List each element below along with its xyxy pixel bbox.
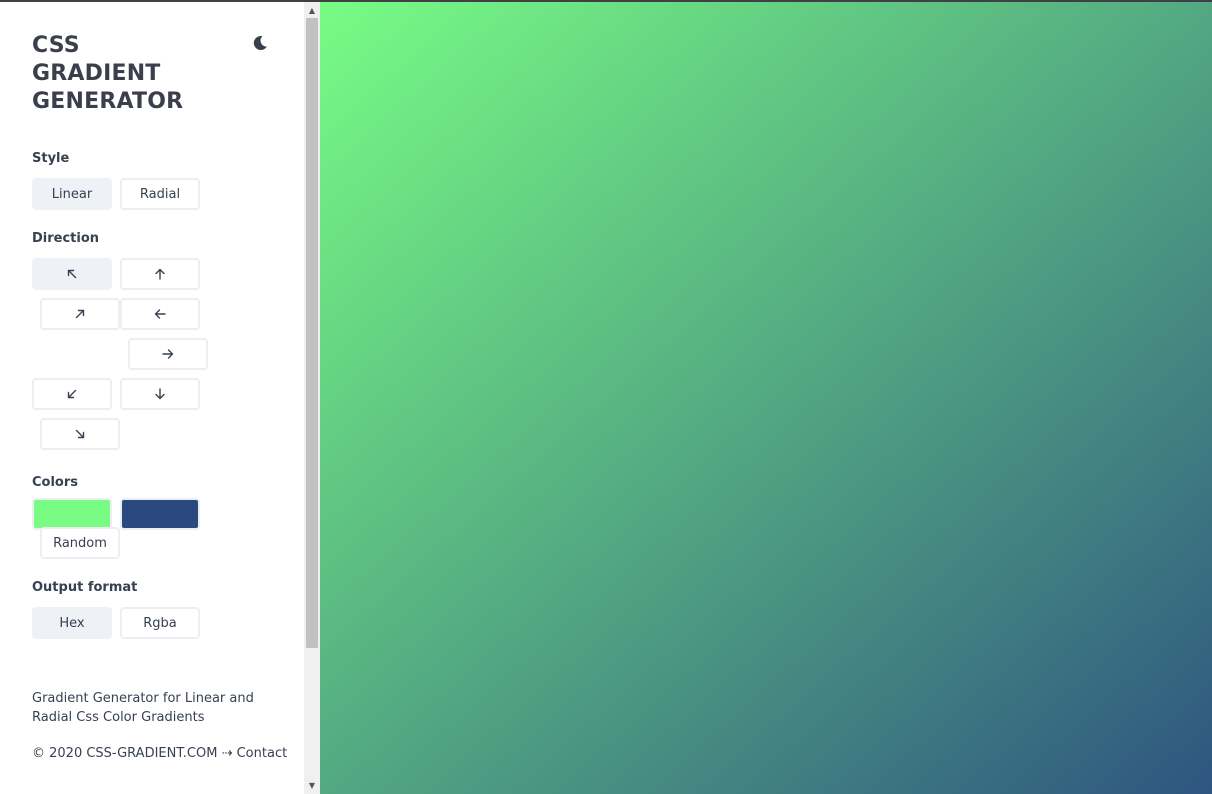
app-title: CSS GRADIENT GENERATOR bbox=[32, 32, 232, 116]
arrow-down-left-icon bbox=[67, 389, 77, 399]
output-format-label: Output format bbox=[32, 580, 138, 595]
scrollbar-thumb[interactable] bbox=[306, 18, 318, 648]
scroll-up-arrow-icon[interactable]: ▲ bbox=[304, 3, 320, 19]
arrow-up-right-icon bbox=[75, 309, 85, 319]
output-rgba-button[interactable]: Rgba bbox=[120, 607, 200, 639]
contact-link[interactable]: Contact bbox=[237, 746, 288, 761]
direction-top-right-button[interactable] bbox=[40, 298, 120, 330]
moon-icon[interactable] bbox=[251, 34, 269, 52]
arrow-up-left-icon bbox=[67, 269, 77, 279]
direction-top-left-button[interactable] bbox=[32, 258, 112, 290]
scroll-down-arrow-icon[interactable]: ▼ bbox=[304, 778, 320, 794]
arrow-down-icon bbox=[155, 388, 165, 400]
color-stop-swatch[interactable] bbox=[120, 498, 200, 530]
sidebar: CSS GRADIENT GENERATOR Style Linear Radi… bbox=[0, 0, 304, 794]
window-top-border bbox=[0, 0, 1212, 2]
footer: © 2020 CSS-GRADIENT.COM ⇢ Contact bbox=[32, 746, 302, 761]
color-stop-swatch[interactable] bbox=[32, 498, 112, 530]
arrow-up-icon bbox=[155, 268, 165, 280]
sidebar-scrollbar[interactable]: ▲ ▼ bbox=[304, 0, 320, 794]
arrow-down-right-icon bbox=[75, 429, 85, 439]
site-description: Gradient Generator for Linear and Radial… bbox=[32, 691, 254, 725]
direction-bottom-left-button[interactable] bbox=[32, 378, 112, 410]
gradient-preview bbox=[320, 0, 1212, 794]
app-title-line: CSS bbox=[32, 33, 80, 58]
output-hex-button[interactable]: Hex bbox=[32, 607, 112, 639]
direction-top-button[interactable] bbox=[120, 258, 200, 290]
direction-bottom-button[interactable] bbox=[120, 378, 200, 410]
direction-right-button[interactable] bbox=[128, 338, 208, 370]
style-radial-button[interactable]: Radial bbox=[120, 178, 200, 210]
footer-separator: ⇢ bbox=[221, 746, 233, 761]
style-linear-button[interactable]: Linear bbox=[32, 178, 112, 210]
app-title-line: GENERATOR bbox=[32, 89, 184, 114]
style-label: Style bbox=[32, 151, 70, 166]
copyright-text: © 2020 CSS-GRADIENT.COM bbox=[32, 746, 218, 761]
arrow-right-icon bbox=[162, 349, 174, 359]
direction-bottom-right-button[interactable] bbox=[40, 418, 120, 450]
app-title-line: GRADIENT bbox=[32, 61, 161, 86]
random-colors-button[interactable]: Random bbox=[40, 527, 120, 559]
direction-label: Direction bbox=[32, 231, 100, 246]
direction-left-button[interactable] bbox=[120, 298, 200, 330]
colors-label: Colors bbox=[32, 475, 79, 490]
arrow-left-icon bbox=[154, 309, 166, 319]
